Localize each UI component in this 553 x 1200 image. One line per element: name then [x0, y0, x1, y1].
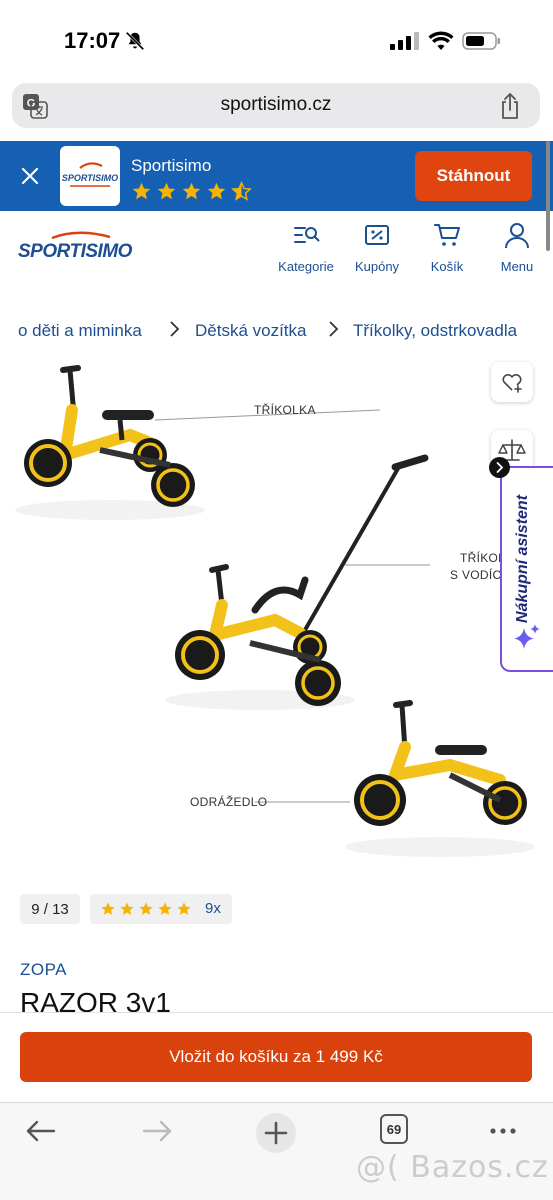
nav-menu[interactable]: Menu	[482, 221, 552, 274]
close-assistant-button[interactable]	[489, 457, 510, 478]
heart-plus-icon	[502, 373, 522, 393]
nav-label: Menu	[500, 259, 534, 274]
star-icon	[177, 902, 191, 915]
breadcrumb: o děti a miminka Dětská vozítka Tříkolky…	[0, 318, 553, 346]
breadcrumb-item[interactable]: Dětská vozítka	[195, 321, 307, 341]
battery-icon	[462, 32, 500, 50]
status-time: 17:07	[64, 28, 121, 53]
app-name: Sportisimo	[131, 156, 212, 175]
share-icon[interactable]	[498, 92, 522, 120]
forward-arrow-icon[interactable]	[138, 1115, 178, 1147]
star-icon	[132, 182, 151, 200]
star-half-icon	[231, 181, 252, 201]
watermark: @( Bazos.cz	[356, 1150, 549, 1185]
nav-label: Košík	[430, 259, 464, 274]
image-label: S VODÍC	[450, 568, 502, 582]
rating-stars	[100, 901, 192, 917]
wifi-icon	[428, 31, 454, 50]
chevron-right-icon	[170, 321, 180, 337]
star-icon	[139, 902, 153, 915]
more-dots-icon[interactable]	[483, 1115, 523, 1147]
product-brand[interactable]: ZOPA	[20, 960, 67, 980]
cart-icon	[434, 224, 460, 246]
nav-label: Kategorie	[278, 259, 334, 274]
site-logo-text: SPORTISIMO	[18, 241, 133, 262]
star-icon	[157, 182, 176, 200]
close-icon[interactable]	[18, 164, 42, 188]
image-label: ODRÁŽEDLO	[190, 795, 268, 809]
nav-kupony[interactable]: Kupóny	[342, 221, 412, 274]
image-label: TŘÍKOL	[460, 551, 506, 565]
address-bar[interactable]: G sportisimo.cz	[12, 83, 540, 128]
download-app-button[interactable]: Stáhnout	[415, 151, 532, 201]
product-title: RAZOR 3v1	[20, 987, 171, 1012]
bell-muted-icon	[125, 31, 145, 51]
star-icon	[120, 902, 134, 915]
nav-kosik[interactable]: Košík	[412, 221, 482, 274]
site-logo[interactable]: SPORTISIMO	[18, 230, 136, 262]
add-to-favorites-button[interactable]	[491, 362, 533, 402]
sparkle-icon	[514, 624, 540, 649]
new-tab-plus-icon[interactable]	[254, 1111, 298, 1155]
star-icon	[101, 902, 115, 915]
assistant-label[interactable]: Nákupní asistent	[514, 478, 538, 623]
url-text[interactable]: sportisimo.cz	[12, 94, 540, 116]
signal-icon	[390, 32, 419, 50]
rating-count: 9x	[205, 900, 221, 917]
coupon-icon	[365, 225, 389, 245]
tricycle-variant-2	[165, 454, 430, 710]
user-icon	[505, 223, 529, 249]
star-icon	[182, 182, 201, 200]
tabs-counter-button[interactable]: 69	[380, 1114, 408, 1144]
image-label: TŘÍKOLKA	[254, 403, 316, 417]
site-header: SPORTISIMO Kategorie Kupóny Košík Menu	[0, 211, 553, 291]
nav-kategorie[interactable]: Kategorie	[271, 221, 341, 274]
app-install-banner: SPORTISIMO Sportisimo Stáhnout	[0, 141, 553, 211]
category-search-icon	[294, 227, 320, 243]
app-rating	[131, 181, 252, 202]
chevron-right-icon	[496, 462, 504, 473]
star-icon	[158, 902, 172, 915]
back-arrow-icon[interactable]	[20, 1115, 60, 1147]
balance-bike-variant	[255, 700, 535, 857]
app-logo-text: SPORTISIMO	[62, 173, 118, 183]
breadcrumb-item[interactable]: Tříkolky, odstrkovadla	[353, 321, 517, 341]
product-rating[interactable]: 9x	[90, 894, 232, 924]
app-logo: SPORTISIMO	[60, 146, 120, 206]
breadcrumb-item[interactable]: o děti a miminka	[18, 321, 142, 341]
status-bar: 17:07	[0, 0, 553, 80]
tricycle-illustration	[15, 365, 535, 857]
image-counter: 9 / 13	[20, 894, 80, 924]
add-to-cart-button[interactable]: Vložit do košíku za 1 499 Kč	[20, 1032, 532, 1082]
chevron-right-icon	[329, 321, 339, 337]
tricycle-variant-1	[15, 365, 381, 520]
star-icon	[207, 182, 226, 200]
nav-label: Kupóny	[354, 259, 400, 274]
product-image[interactable]: TŘÍKOLKA TŘÍKOL S VODÍC ODRÁŽEDLO	[0, 355, 553, 875]
sportisimo-logo-icon: SPORTISIMO	[62, 162, 118, 187]
